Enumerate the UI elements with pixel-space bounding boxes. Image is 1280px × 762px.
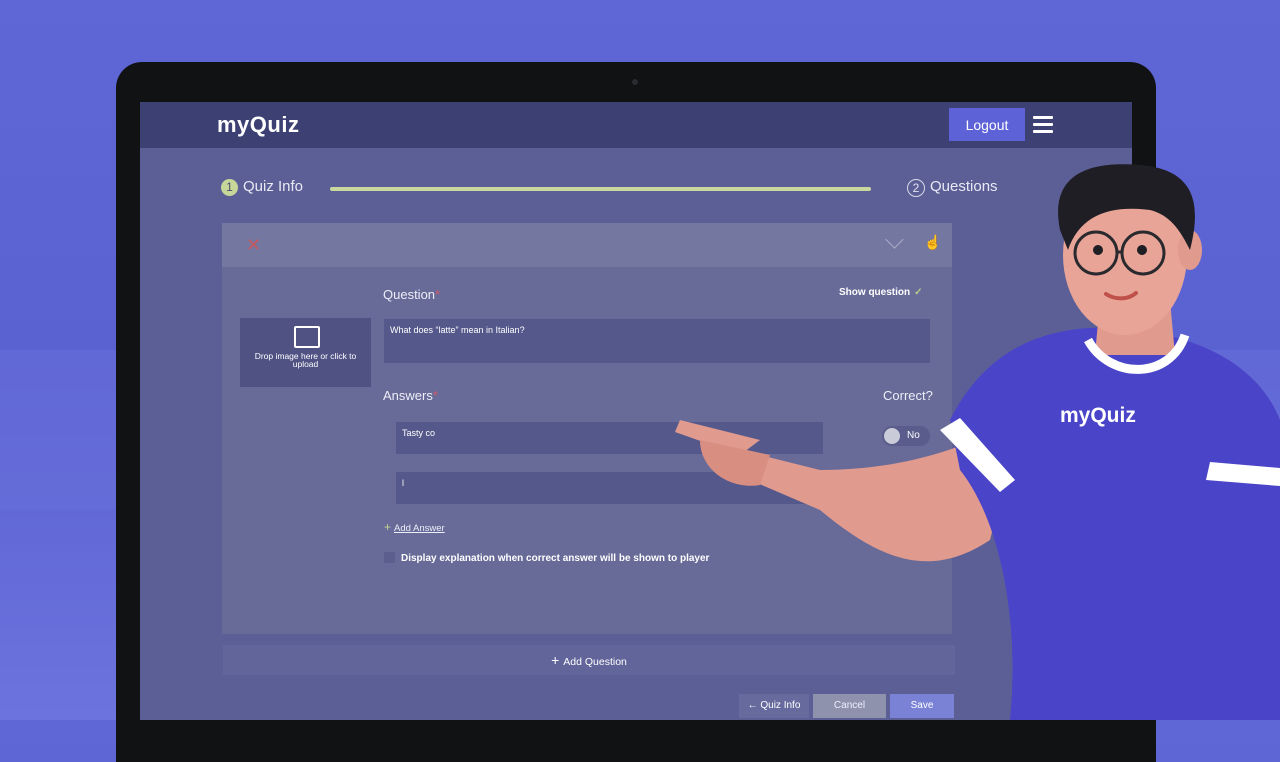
step-2-number: 2 — [907, 179, 925, 197]
app-header: myQuiz Logout — [140, 102, 1132, 148]
step-1-number: 1 — [221, 179, 238, 196]
menu-icon[interactable] — [1033, 116, 1053, 134]
shirt-logo: myQuiz — [1060, 404, 1136, 427]
plus-icon: + — [384, 520, 392, 534]
drag-hand-icon[interactable]: ☝ — [924, 234, 941, 251]
webcam — [632, 79, 638, 85]
answer-input-1[interactable]: Tasty co — [396, 422, 823, 454]
show-question-toggle[interactable]: Show question ✓ — [839, 287, 923, 298]
add-question-button[interactable]: + Add Question — [223, 645, 955, 675]
correct-toggle-1[interactable]: No — [882, 426, 930, 446]
explanation-checkbox-row[interactable]: Display explanation when correct answer … — [384, 552, 709, 564]
step-2-label[interactable]: Questions — [930, 178, 998, 195]
back-to-quiz-info-button[interactable]: ← Quiz Info — [739, 694, 809, 718]
logout-button[interactable]: Logout — [949, 108, 1025, 141]
toggle-label: N — [907, 480, 915, 491]
cancel-button[interactable]: Cancel — [813, 694, 886, 718]
chevron-down-icon[interactable] — [885, 230, 904, 249]
question-input[interactable]: What does “latte” mean in Italian? — [384, 319, 930, 363]
toggle-label: No — [907, 430, 920, 441]
question-label: Question* — [383, 287, 441, 302]
answers-label: Answers* — [383, 388, 438, 403]
progress-line — [330, 187, 871, 191]
app-screen: myQuiz Logout 1 Quiz Info 2 Questions ✕ … — [140, 102, 1132, 720]
toggle-knob — [884, 478, 900, 494]
add-answer-link[interactable]: + Add Answer — [384, 520, 445, 534]
image-upload-dropzone[interactable]: Drop image here or click to upload — [240, 318, 371, 387]
answer-input-2[interactable]: l — [396, 472, 823, 504]
toggle-knob — [884, 428, 900, 444]
step-1-label[interactable]: Quiz Info — [243, 178, 303, 195]
plus-icon: + — [551, 652, 560, 668]
app-logo[interactable]: myQuiz — [217, 112, 299, 138]
question-card-body: Drop image here or click to upload Quest… — [222, 267, 952, 634]
step-progress: 1 Quiz Info 2 Questions — [220, 178, 1020, 200]
correct-label: Correct? — [883, 388, 933, 403]
save-button[interactable]: Save — [890, 694, 954, 718]
image-icon — [294, 326, 320, 348]
upload-text: Drop image here or click to upload — [254, 351, 357, 369]
check-icon: ✓ — [914, 287, 923, 298]
correct-toggle-2[interactable]: N — [882, 476, 930, 496]
delete-icon[interactable]: ✕ — [246, 235, 261, 256]
explanation-checkbox[interactable] — [384, 552, 395, 563]
question-card-header: ✕ ☝ — [222, 223, 952, 267]
